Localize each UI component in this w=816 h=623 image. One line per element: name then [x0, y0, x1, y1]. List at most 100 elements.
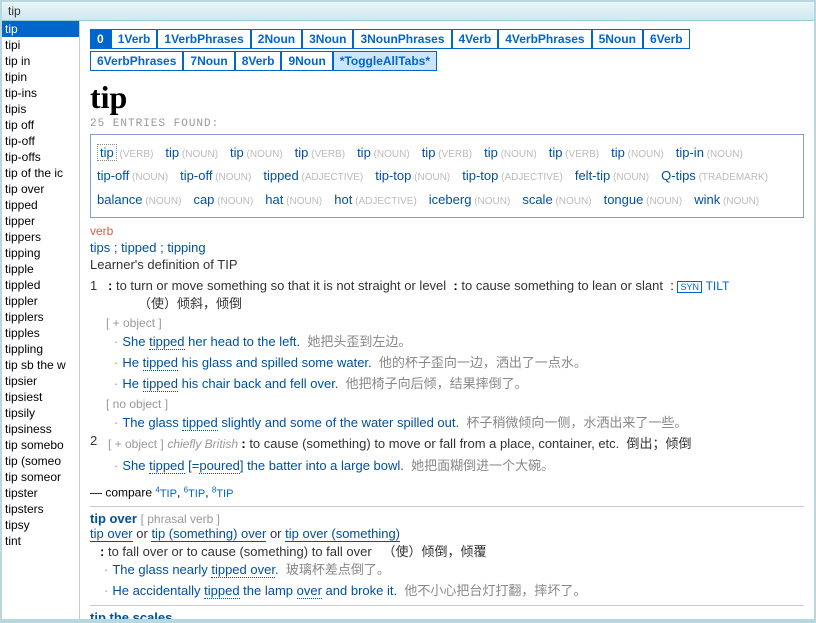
sidebar-item[interactable]: tipis: [2, 101, 79, 117]
sidebar-item[interactable]: tip someor: [2, 469, 79, 485]
sidebar-item[interactable]: tipsy: [2, 517, 79, 533]
cloud-entry[interactable]: tip (NOUN): [165, 141, 218, 164]
cloud-entry[interactable]: balance (NOUN): [97, 188, 181, 211]
sidebar-item[interactable]: tipped: [2, 197, 79, 213]
sidebar-item[interactable]: tipsiest: [2, 389, 79, 405]
synonym-badge: SYN: [677, 281, 702, 293]
definition-header: Learner's definition of TIP: [90, 257, 804, 272]
compare-link[interactable]: 4TIP: [155, 488, 177, 500]
sidebar-item[interactable]: tipsiness: [2, 421, 79, 437]
sidebar-item[interactable]: tipster: [2, 485, 79, 501]
sidebar-item[interactable]: tipping: [2, 245, 79, 261]
sidebar-item[interactable]: tipsily: [2, 405, 79, 421]
definition-text: to fall over or to cause (something) to …: [108, 544, 372, 559]
cloud-entry[interactable]: tip (VERB): [422, 141, 472, 164]
tab[interactable]: 7Noun: [183, 51, 234, 71]
cloud-entry[interactable]: tip (NOUN): [230, 141, 283, 164]
tab[interactable]: 0: [90, 29, 111, 49]
sidebar-item[interactable]: tippers: [2, 229, 79, 245]
phrasal-head: tip the scales: [90, 610, 804, 619]
sense-number: 1: [90, 278, 108, 312]
sidebar-item[interactable]: tipper: [2, 213, 79, 229]
cloud-entry[interactable]: cap (NOUN): [193, 188, 253, 211]
compare-row: — compare 4TIP, 6TIP, 8TIP: [90, 485, 804, 500]
tab[interactable]: 6VerbPhrases: [90, 51, 183, 71]
example: ·She tipped [=poured] the batter into a …: [114, 456, 804, 477]
entry-content[interactable]: 01Verb1VerbPhrases2Noun3Noun3NounPhrases…: [80, 21, 814, 619]
sidebar-item[interactable]: tip over: [2, 181, 79, 197]
cloud-entry[interactable]: wink (NOUN): [694, 188, 759, 211]
cloud-entry[interactable]: tip (NOUN): [357, 141, 410, 164]
tab[interactable]: 1VerbPhrases: [157, 29, 250, 49]
tab[interactable]: *ToggleAllTabs*: [333, 51, 437, 71]
sidebar-item[interactable]: tip somebo: [2, 437, 79, 453]
sidebar-item[interactable]: tipplers: [2, 309, 79, 325]
sidebar-item[interactable]: tip (someo: [2, 453, 79, 469]
tab[interactable]: 1Verb: [111, 29, 158, 49]
cloud-entry[interactable]: tip (VERB): [549, 141, 599, 164]
tab-row-2: 6VerbPhrases7Noun8Verb9Noun*ToggleAllTab…: [90, 51, 804, 73]
sense-number: 2: [90, 433, 108, 452]
sidebar-item[interactable]: tip-off: [2, 133, 79, 149]
cloud-entry[interactable]: tongue (NOUN): [604, 188, 683, 211]
example: ·The glass nearly tipped over. 玻璃杯差点倒了。: [104, 560, 804, 581]
cloud-entry[interactable]: tip (VERB): [295, 141, 345, 164]
sidebar-item[interactable]: tip off: [2, 117, 79, 133]
cloud-entry[interactable]: tip (VERB): [97, 141, 153, 164]
tab-row-1: 01Verb1VerbPhrases2Noun3Noun3NounPhrases…: [90, 29, 804, 51]
cloud-entry[interactable]: tip-off (NOUN): [97, 164, 168, 187]
tab[interactable]: 3Noun: [302, 29, 353, 49]
example: ·He accidentally tipped the lamp over an…: [104, 581, 804, 602]
cloud-entry[interactable]: hot (ADJECTIVE): [334, 188, 417, 211]
sidebar-item[interactable]: tipple: [2, 261, 79, 277]
tab[interactable]: 6Verb: [643, 29, 690, 49]
tab[interactable]: 5Noun: [592, 29, 643, 49]
tab[interactable]: 4Verb: [452, 29, 499, 49]
sidebar-item[interactable]: tipsier: [2, 373, 79, 389]
grammar-label: [ + object ]: [108, 437, 164, 451]
cloud-entry[interactable]: tip-off (NOUN): [180, 164, 251, 187]
sidebar-item[interactable]: tip-ins: [2, 85, 79, 101]
cloud-entry[interactable]: tip (NOUN): [611, 141, 664, 164]
compare-link[interactable]: 8TIP: [212, 488, 234, 500]
sidebar-item[interactable]: tip-offs: [2, 149, 79, 165]
phrasal-forms: tip over or tip (something) over or tip …: [90, 526, 804, 541]
tab[interactable]: 2Noun: [251, 29, 302, 49]
cloud-entry[interactable]: tipped (ADJECTIVE): [263, 164, 363, 187]
cloud-entry[interactable]: iceberg (NOUN): [429, 188, 511, 211]
sidebar-item[interactable]: tipi: [2, 37, 79, 53]
cloud-entry[interactable]: felt-tip (NOUN): [575, 164, 649, 187]
compare-link[interactable]: 6TIP: [184, 488, 206, 500]
cloud-entry[interactable]: tip-in (NOUN): [676, 141, 743, 164]
sidebar-item[interactable]: tint: [2, 533, 79, 549]
sidebar-item[interactable]: tip in: [2, 53, 79, 69]
cloud-entry[interactable]: hat (NOUN): [265, 188, 322, 211]
cloud-entry[interactable]: tip-top (ADJECTIVE): [462, 164, 563, 187]
cloud-entry[interactable]: Q-tips (TRADEMARK): [661, 164, 768, 187]
tab[interactable]: 3NounPhrases: [353, 29, 451, 49]
sidebar-item[interactable]: tipples: [2, 325, 79, 341]
titlebar: tip: [2, 2, 814, 21]
sidebar-item[interactable]: tip of the ic: [2, 165, 79, 181]
sidebar-item[interactable]: tip sb the w: [2, 357, 79, 373]
sidebar-item[interactable]: tipin: [2, 69, 79, 85]
sidebar-item[interactable]: tippling: [2, 341, 79, 357]
definition-text: to cause something to lean or slant: [461, 278, 663, 293]
phrasal-head: tip over: [90, 511, 137, 526]
sidebar-item[interactable]: tippled: [2, 277, 79, 293]
sense-1: 1 : to turn or move something so that it…: [90, 278, 804, 312]
tab[interactable]: 8Verb: [235, 51, 282, 71]
synonym-link[interactable]: TILT: [706, 279, 730, 293]
sidebar-item[interactable]: tipsters: [2, 501, 79, 517]
tab[interactable]: 4VerbPhrases: [498, 29, 591, 49]
translation: （使）倾斜，倾倒: [138, 293, 804, 312]
sidebar-item[interactable]: tippler: [2, 293, 79, 309]
cloud-entry[interactable]: tip (NOUN): [484, 141, 537, 164]
example: ·The glass tipped slightly and some of t…: [114, 413, 804, 434]
word-list-sidebar[interactable]: tiptipitip intipintip-instipistip offtip…: [2, 21, 80, 619]
app-window: tip tiptipitip intipintip-instipistip of…: [2, 2, 814, 619]
cloud-entry[interactable]: tip-top (NOUN): [375, 164, 450, 187]
tab[interactable]: 9Noun: [281, 51, 332, 71]
cloud-entry[interactable]: scale (NOUN): [522, 188, 591, 211]
sidebar-item[interactable]: tip: [2, 21, 79, 37]
